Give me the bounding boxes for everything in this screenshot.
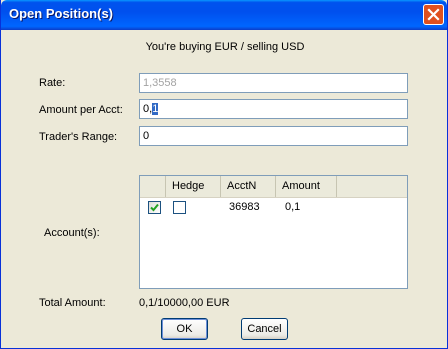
traders-range-label: Trader's Range: <box>39 131 118 143</box>
traders-range-input[interactable]: 0 <box>139 126 408 146</box>
amount-per-acct-label: Amount per Acct: <box>39 104 123 116</box>
rate-field: 1,3558 <box>139 73 408 93</box>
cancel-button[interactable]: Cancel <box>241 318 288 340</box>
total-amount-label: Total Amount: <box>39 297 106 309</box>
amount-selected-text: 1 <box>152 103 159 115</box>
column-header-amount[interactable]: Amount <box>276 176 337 197</box>
row-select-checkbox[interactable] <box>148 201 161 214</box>
table-row[interactable]: 36983 0,1 <box>140 198 337 216</box>
checkmark-icon <box>150 203 159 212</box>
open-positions-dialog: Open Position(s) You're buying EUR / sel… <box>0 0 448 349</box>
close-button[interactable] <box>423 4 444 25</box>
close-icon <box>427 8 440 21</box>
accounts-label: Account(s): <box>44 227 100 239</box>
amount-per-acct-input[interactable]: 0,1 <box>139 99 408 119</box>
acct-number-cell: 36983 <box>229 201 260 213</box>
window-title: Open Position(s) <box>9 6 113 21</box>
accounts-table[interactable]: Hedge AcctN Amount 36983 0,1 <box>139 175 408 289</box>
hedge-checkbox[interactable] <box>173 201 186 214</box>
amount-value-text: 0, <box>143 103 153 115</box>
amount-cell: 0,1 <box>285 201 301 213</box>
trade-direction-text: You're buying EUR / selling USD <box>145 41 305 53</box>
column-header-select[interactable] <box>140 176 166 197</box>
table-header: Hedge AcctN Amount <box>140 176 407 198</box>
total-amount-value: 0,1/10000,00 EUR <box>139 297 230 309</box>
title-bar[interactable]: Open Position(s) <box>1 0 447 30</box>
rate-label: Rate: <box>39 77 66 89</box>
column-header-hedge[interactable]: Hedge <box>166 176 221 197</box>
column-header-acctn[interactable]: AcctN <box>221 176 276 197</box>
ok-button[interactable]: OK <box>161 318 208 340</box>
